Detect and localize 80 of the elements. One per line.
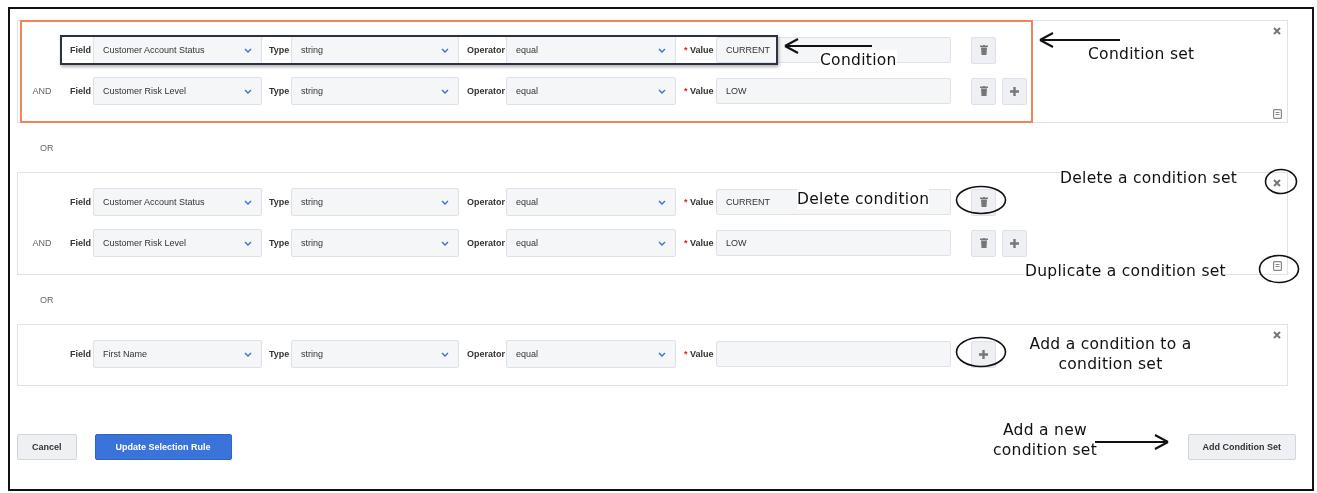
operator-label: Operator [466, 45, 506, 55]
delete-condition-button[interactable] [971, 188, 996, 216]
type-dropdown[interactable]: string [291, 188, 459, 216]
value-label: * Value [683, 238, 715, 248]
chevron-down-icon [441, 240, 449, 246]
trash-icon [979, 45, 988, 55]
annotation-tooltip: Delete condition [797, 189, 930, 209]
operator-label: Operator [466, 238, 506, 248]
type-label: Type [268, 197, 291, 207]
annotation-circle [955, 336, 1007, 368]
value-label: * Value [683, 197, 715, 207]
value-field[interactable]: LOW [716, 78, 951, 104]
plus-icon [1010, 238, 1019, 248]
joiner-label: AND [31, 86, 53, 96]
plus-icon [979, 349, 988, 359]
field-label: Field [69, 349, 92, 359]
type-label: Type [268, 45, 291, 55]
chevron-down-icon [244, 199, 252, 205]
chevron-down-icon [244, 88, 252, 94]
close-icon[interactable] [1273, 331, 1281, 339]
operator-dropdown[interactable]: equal [506, 77, 676, 105]
joiner-label: AND [31, 238, 53, 248]
type-dropdown[interactable]: string [291, 229, 459, 257]
annotation-circle [955, 185, 1007, 215]
operator-label: Operator [466, 349, 506, 359]
value-field[interactable] [716, 341, 951, 367]
field-label: Field [69, 238, 92, 248]
type-label: Type [268, 86, 291, 96]
chevron-down-icon [658, 199, 666, 205]
chevron-down-icon [441, 88, 449, 94]
operator-dropdown[interactable]: equal [506, 188, 676, 216]
copy-icon[interactable] [1273, 261, 1282, 271]
cancel-button[interactable]: Cancel [17, 434, 77, 460]
chevron-down-icon [441, 351, 449, 357]
or-label: OR [40, 142, 54, 153]
field-dropdown[interactable]: Customer Risk Level [93, 77, 262, 105]
field-dropdown[interactable]: Customer Account Status [93, 188, 262, 216]
operator-dropdown[interactable]: equal [506, 340, 676, 368]
operator-label: Operator [466, 197, 506, 207]
trash-icon [979, 238, 988, 248]
field-dropdown[interactable]: Customer Risk Level [93, 229, 262, 257]
add-condition-button[interactable] [971, 340, 996, 368]
chevron-down-icon [658, 47, 666, 53]
or-label: OR [40, 294, 54, 305]
value-label: * Value [683, 45, 715, 55]
trash-icon [979, 197, 988, 207]
copy-icon[interactable] [1273, 109, 1282, 119]
annotation-tooltip: Duplicate a condition set [1025, 261, 1226, 281]
chevron-down-icon [441, 47, 449, 53]
annotation-circle [1264, 168, 1298, 195]
type-dropdown[interactable]: string [291, 340, 459, 368]
chevron-down-icon [658, 88, 666, 94]
type-dropdown[interactable]: string [291, 36, 459, 64]
operator-dropdown[interactable]: equal [506, 229, 676, 257]
type-label: Type [268, 349, 291, 359]
chevron-down-icon [658, 240, 666, 246]
field-label: Field [69, 86, 92, 96]
value-label: * Value [683, 349, 715, 359]
value-label: * Value [683, 86, 715, 96]
annotation-circle [1258, 254, 1300, 284]
plus-icon [1010, 86, 1019, 96]
field-dropdown[interactable]: Customer Account Status [93, 36, 262, 64]
type-label: Type [268, 238, 291, 248]
trash-icon [979, 86, 988, 96]
update-button[interactable]: Update Selection Rule [94, 434, 232, 460]
type-dropdown[interactable]: string [291, 77, 459, 105]
field-label: Field [69, 197, 92, 207]
chevron-down-icon [244, 351, 252, 357]
chevron-down-icon [244, 47, 252, 53]
close-icon[interactable] [1273, 27, 1281, 35]
field-label: Field [69, 45, 92, 55]
chevron-down-icon [441, 199, 449, 205]
operator-dropdown[interactable]: equal [506, 36, 676, 64]
field-dropdown[interactable]: First Name [93, 340, 262, 368]
operator-label: Operator [466, 86, 506, 96]
close-icon[interactable] [1273, 179, 1281, 187]
value-field[interactable]: LOW [716, 230, 951, 256]
chevron-down-icon [244, 240, 252, 246]
add-condition-set-button[interactable]: Add Condition Set [1187, 434, 1296, 460]
chevron-down-icon [658, 351, 666, 357]
